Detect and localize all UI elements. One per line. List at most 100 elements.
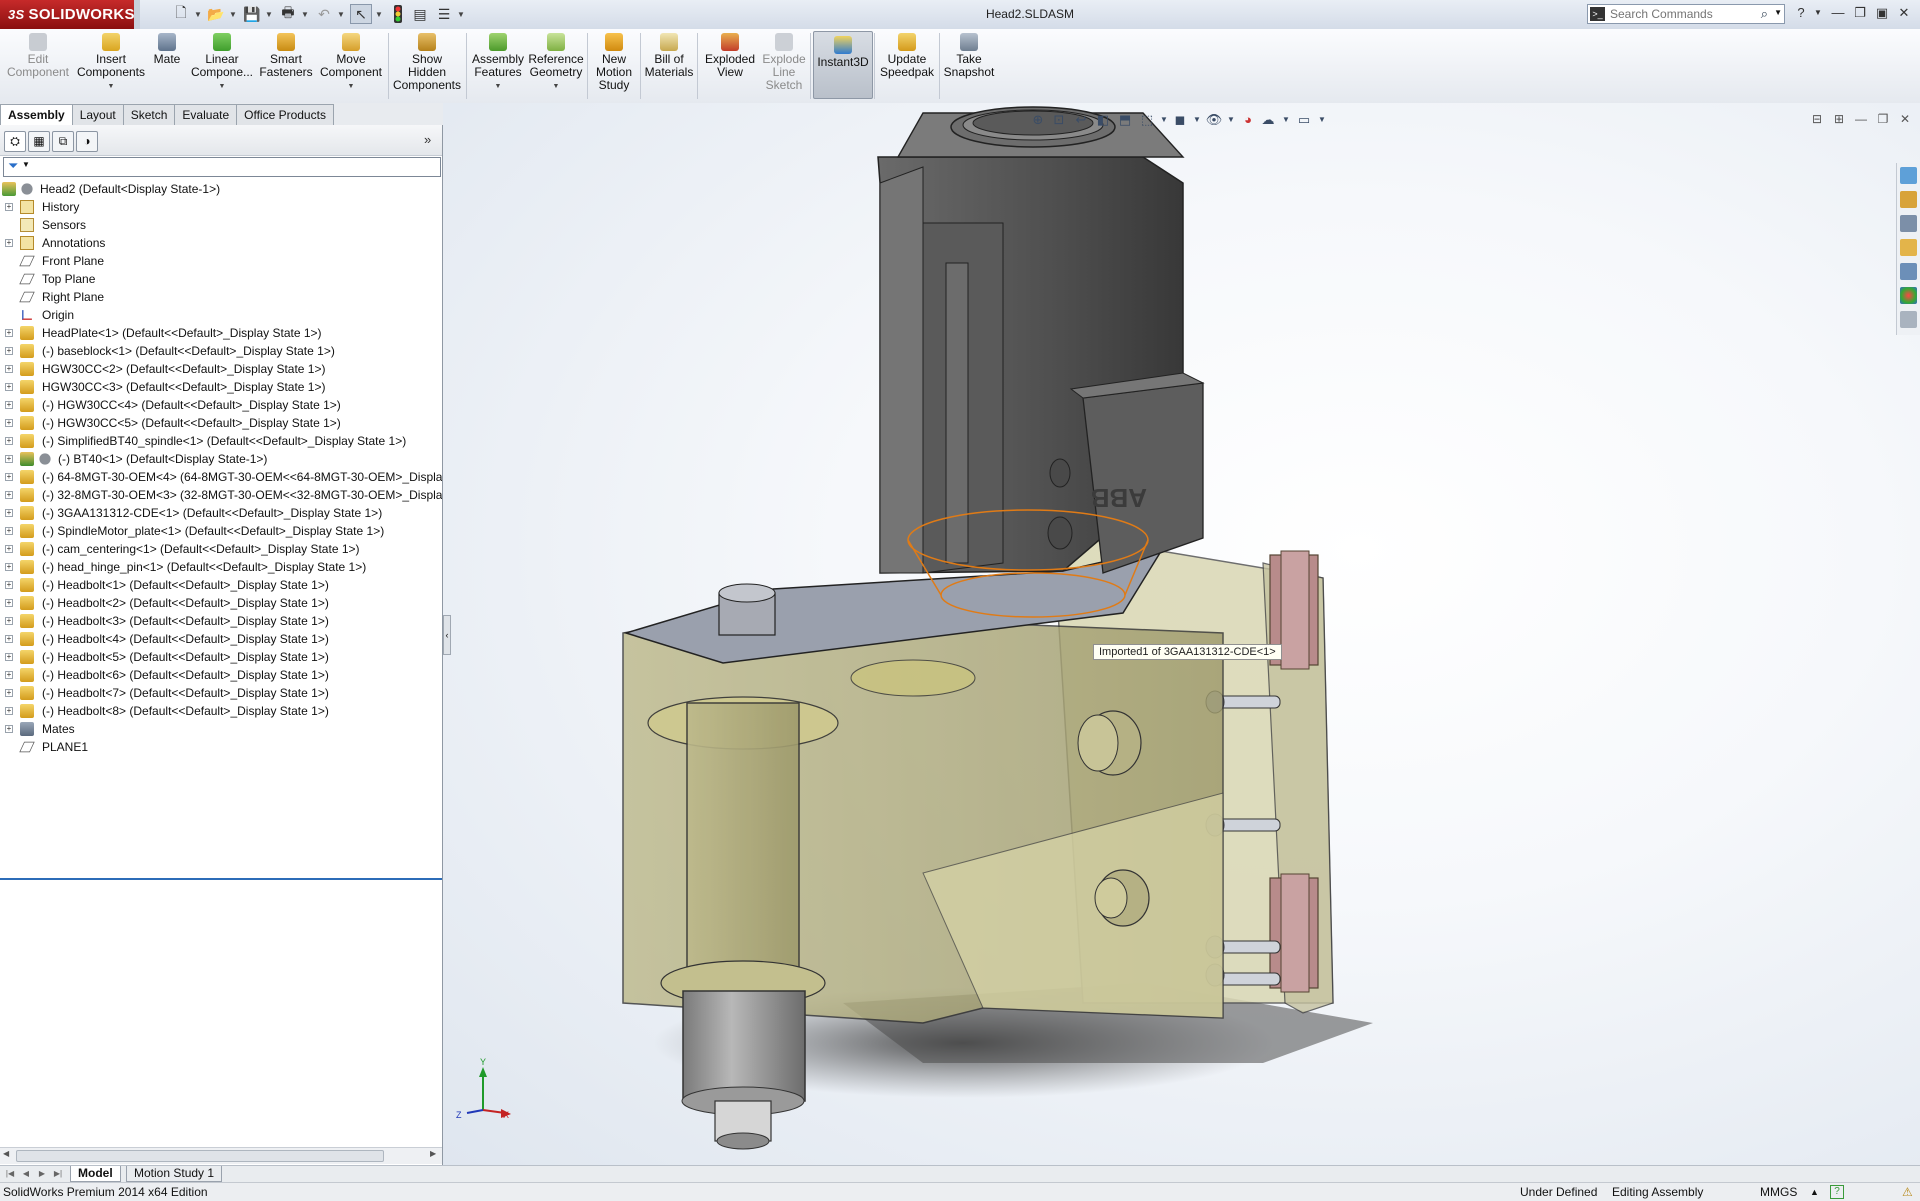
expand-node-icon[interactable]: + — [5, 239, 13, 247]
bill-of-materials-button[interactable]: Bill of Materials — [644, 33, 694, 79]
options-dropdown-icon[interactable]: ▼ — [456, 4, 466, 24]
viewport-restore-icon[interactable]: ❐ — [1874, 110, 1892, 128]
expand-node-icon[interactable]: + — [5, 707, 13, 715]
edit-appearance-icon[interactable]: ◕ — [1239, 111, 1257, 129]
new-document-icon[interactable]: 🗋 — [170, 4, 192, 24]
file-properties-icon[interactable]: ▤ — [409, 4, 431, 24]
linear-component-pattern-button[interactable]: Linear Compone... ▼ — [190, 33, 254, 93]
featuremanager-tree-tab-icon[interactable]: ⛭ — [4, 131, 26, 152]
edit-component-button[interactable]: Edit Component — [6, 33, 70, 79]
viewport-tile-icon[interactable]: ⊟ — [1808, 110, 1826, 128]
minimize-window-icon[interactable]: — — [1828, 4, 1848, 22]
expand-node-icon[interactable]: + — [5, 509, 13, 517]
tree-node[interactable]: + History — [0, 198, 442, 216]
zoom-to-area-icon[interactable]: ⊡ — [1050, 111, 1068, 129]
expand-node-icon[interactable]: + — [5, 599, 13, 607]
assembly-model-render[interactable]: ABB Y X Z — [443, 103, 1920, 1165]
options-icon[interactable]: ☰ — [433, 4, 455, 24]
apply-scene-dropdown-icon[interactable]: ▼ — [1277, 111, 1295, 129]
tree-node[interactable]: Top Plane — [0, 270, 442, 288]
tree-node[interactable]: + (-) Headbolt<2> (Default<<Default>_Disp… — [0, 594, 442, 612]
pane-collapse-handle[interactable]: ‹ — [443, 615, 451, 655]
scroll-left-icon[interactable]: ◀ — [3, 1149, 9, 1158]
display-style-dropdown-icon[interactable]: ▼ — [1188, 111, 1206, 129]
undo-icon[interactable]: ↶ — [313, 4, 335, 24]
section-view-icon[interactable]: ◧ — [1094, 111, 1112, 129]
pulley-32-8mgt[interactable] — [850, 659, 976, 697]
viewport-minimize-icon[interactable]: — — [1852, 110, 1870, 128]
apply-scene-icon[interactable]: ☁ — [1259, 111, 1277, 129]
tab-motion-study-1[interactable]: Motion Study 1 — [126, 1166, 223, 1182]
search-icon[interactable]: ⌕ — [1761, 6, 1768, 22]
smart-fasteners-button[interactable]: Smart Fasteners — [258, 33, 314, 79]
expand-node-icon[interactable]: + — [5, 653, 13, 661]
move-component-button[interactable]: Move Component ▼ — [318, 33, 384, 93]
tree-node[interactable]: + (-) baseblock<1> (Default<<Default>_Dis… — [0, 342, 442, 360]
instant3d-toggle-button[interactable]: Instant3D — [813, 31, 873, 99]
solidworks-resources-icon[interactable] — [1900, 167, 1917, 184]
close-window-icon[interactable]: ✕ — [1894, 4, 1914, 22]
explode-line-sketch-button[interactable]: Explode Line Sketch — [760, 33, 808, 92]
tree-node[interactable]: + (-) cam_centering<1> (Default<<Default>… — [0, 540, 442, 558]
tab-evaluate[interactable]: Evaluate — [174, 104, 238, 125]
assembly-features-button[interactable]: Assembly Features ▼ — [470, 33, 526, 93]
tile-window-icon[interactable]: ▣ — [1872, 4, 1892, 22]
tree-node[interactable]: + (-) Headbolt<3> (Default<<Default>_Disp… — [0, 612, 442, 630]
appearances-icon[interactable] — [1900, 287, 1917, 304]
expand-node-icon[interactable]: + — [5, 725, 13, 733]
expand-node-icon[interactable]: + — [5, 329, 13, 337]
custom-properties-icon[interactable] — [1900, 311, 1917, 328]
expand-node-icon[interactable]: + — [5, 455, 13, 463]
show-hidden-components-button[interactable]: Show Hidden Components — [392, 33, 462, 92]
undo-dropdown-icon[interactable]: ▼ — [336, 4, 346, 24]
select-dropdown-icon[interactable]: ▼ — [374, 4, 384, 24]
tree-node[interactable]: + (-) Headbolt<6> (Default<<Default>_Disp… — [0, 666, 442, 684]
expand-node-icon[interactable]: + — [5, 203, 13, 211]
insert-components-dropdown-icon[interactable]: ▼ — [108, 80, 115, 93]
expand-node-icon[interactable]: + — [5, 689, 13, 697]
update-speedpak-button[interactable]: Update Speedpak — [878, 33, 936, 79]
tree-node[interactable]: PLANE1 — [0, 738, 442, 756]
abb-motor-3gaa131312[interactable]: ABB — [877, 106, 1205, 574]
tree-node[interactable]: Right Plane — [0, 288, 442, 306]
help-quick-tips-icon[interactable]: ? — [1830, 1185, 1844, 1199]
expand-node-icon[interactable]: + — [5, 365, 13, 373]
tree-node[interactable]: + (-) Headbolt<7> (Default<<Default>_Disp… — [0, 684, 442, 702]
previous-tab-icon[interactable]: ◀ — [20, 1168, 32, 1179]
tree-node[interactable]: + (-) BT40<1> (Default<Display State-1>) — [0, 450, 442, 468]
tree-horizontal-scrollbar[interactable]: ◀ ▶ — [0, 1147, 442, 1164]
linear-pattern-dropdown-icon[interactable]: ▼ — [219, 80, 226, 93]
open-dropdown-icon[interactable]: ▼ — [228, 4, 238, 24]
reference-geometry-button[interactable]: Reference Geometry ▼ — [528, 33, 584, 93]
tree-filter-field[interactable]: ⏷ ▼ — [3, 157, 441, 177]
view-settings-dropdown-icon[interactable]: ▼ — [1313, 111, 1331, 129]
units-selector[interactable]: MMGS — [1760, 1183, 1797, 1201]
tree-node[interactable]: + (-) SimplifiedBT40_spindle<1> (Default<… — [0, 432, 442, 450]
zoom-to-fit-icon[interactable]: ⊕ — [1029, 111, 1047, 129]
viewport-close-icon[interactable]: ✕ — [1896, 110, 1914, 128]
expand-node-icon[interactable]: + — [5, 347, 13, 355]
first-tab-icon[interactable]: |◀ — [4, 1168, 16, 1179]
search-commands-box[interactable]: >_ ⌕ ▼ — [1587, 4, 1785, 24]
expand-node-icon[interactable]: + — [5, 563, 13, 571]
tree-node[interactable]: Origin — [0, 306, 442, 324]
graphics-area[interactable]: ABB Y X Z ⊕ ⊡ ↩ ◧ ⬒ ⬚ ▼ ◼ ▼ 👁 ▼ ◕ ☁ ▼ ▭ … — [443, 103, 1920, 1165]
save-icon[interactable]: 💾 — [241, 4, 263, 24]
expand-node-icon[interactable]: + — [5, 473, 13, 481]
display-manager-tab-icon[interactable]: ◑ — [76, 131, 98, 152]
new-motion-study-button[interactable]: New Motion Study — [591, 33, 637, 92]
bt40-top-cap[interactable] — [718, 583, 776, 636]
insert-components-button[interactable]: Insert Components ▼ — [76, 33, 146, 93]
tree-node[interactable]: + (-) 3GAA131312-CDE<1> (Default<<Default… — [0, 504, 442, 522]
exploded-view-button[interactable]: Exploded View — [700, 33, 760, 79]
tab-model[interactable]: Model — [70, 1166, 121, 1182]
expand-node-icon[interactable]: + — [5, 671, 13, 679]
tree-node[interactable]: + (-) 64-8MGT-30-OEM<4> (64-8MGT-30-OEM<<… — [0, 468, 442, 486]
expand-pane-chevron-icon[interactable]: » — [424, 132, 431, 147]
expand-node-icon[interactable]: + — [5, 419, 13, 427]
property-manager-tab-icon[interactable]: ▦ — [28, 131, 50, 152]
tree-node[interactable]: + (-) Headbolt<5> (Default<<Default>_Disp… — [0, 648, 442, 666]
open-folder-icon[interactable]: 📂 — [205, 4, 227, 24]
tree-node[interactable]: + (-) Headbolt<1> (Default<<Default>_Disp… — [0, 576, 442, 594]
mate-button[interactable]: Mate — [152, 33, 182, 66]
